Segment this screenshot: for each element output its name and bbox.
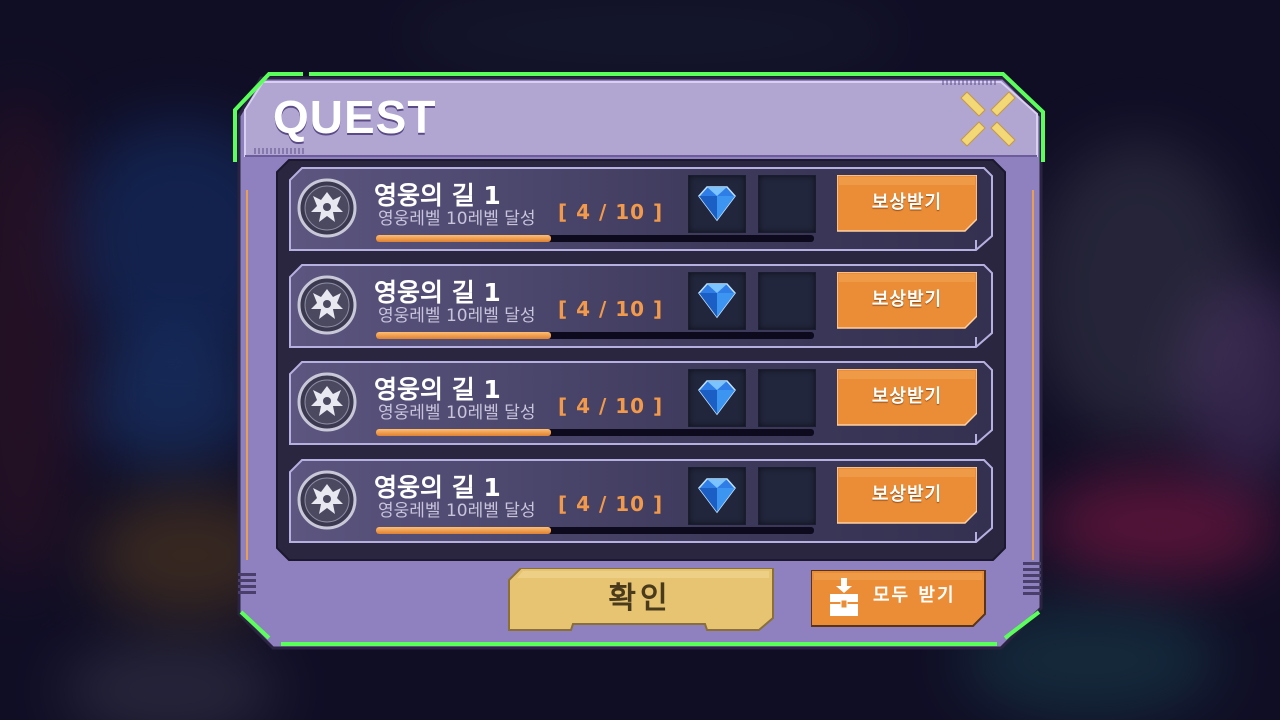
claim-reward-button[interactable]: 보상받기 <box>837 272 977 330</box>
quest-emblem-icon <box>297 372 357 432</box>
reward-slot-empty <box>758 272 816 330</box>
quest-window: QUEST 영웅의 길 1 영웅레벨 10레벨 달성 [4 / 10] 보상… <box>233 70 1048 650</box>
reward-slot[interactable] <box>688 369 746 427</box>
quest-progress-text: [ 4 / 10 ] <box>558 492 664 516</box>
reward-slot-empty <box>758 369 816 427</box>
quest-row: 영웅의 길 1 영웅레벨 10레벨 달성 [ 4 / 10 ] 보상받기 <box>286 166 996 252</box>
reward-slot[interactable] <box>688 467 746 525</box>
blue-diamond-icon <box>698 186 736 222</box>
quest-emblem-icon <box>297 470 357 530</box>
quest-progress-bar <box>376 332 814 339</box>
reward-slot-empty <box>758 175 816 233</box>
quest-emblem-icon <box>297 178 357 238</box>
reward-slot[interactable] <box>688 175 746 233</box>
reward-slot-empty <box>758 467 816 525</box>
quest-description: 영웅레벨 10레벨 달성 <box>378 501 536 521</box>
treasure-chest-icon <box>830 578 858 616</box>
claim-all-button[interactable]: 모두 받기 <box>811 570 989 630</box>
quest-progress-bar <box>376 235 814 242</box>
quest-progress-fill <box>376 235 552 242</box>
close-x-icon <box>960 91 1016 147</box>
quest-progress-bar <box>376 429 814 436</box>
claim-all-label: 모두 받기 <box>873 585 956 606</box>
blue-diamond-icon <box>698 478 736 514</box>
quest-row: 영웅의 길 1 영웅레벨 10레벨 달성 [ 4 / 10 ] 보상받기 <box>286 360 996 446</box>
quest-progress-text: [ 4 / 10 ] <box>558 200 664 224</box>
quest-progress-bar <box>376 527 814 534</box>
confirm-label: 확인 <box>608 581 672 616</box>
blue-diamond-icon <box>698 380 736 416</box>
confirm-button[interactable]: 확인 <box>507 568 777 634</box>
quest-description: 영웅레벨 10레벨 달성 <box>378 403 536 423</box>
quest-description: 영웅레벨 10레벨 달성 <box>378 306 536 326</box>
quest-description: 영웅레벨 10레벨 달성 <box>378 209 536 229</box>
quest-progress-fill <box>376 332 552 339</box>
blue-diamond-icon <box>698 283 736 319</box>
claim-reward-label: 보상받기 <box>871 289 943 310</box>
quest-progress-text: [ 4 / 10 ] <box>558 394 664 418</box>
close-button[interactable] <box>955 86 1021 152</box>
quest-progress-fill <box>376 527 552 534</box>
quest-emblem-icon <box>297 275 357 335</box>
claim-reward-label: 보상받기 <box>871 192 943 213</box>
window-title: QUEST <box>273 91 437 143</box>
quest-progress-text: [ 4 / 10 ] <box>558 297 664 321</box>
claim-reward-label: 보상받기 <box>871 386 943 407</box>
reward-slot[interactable] <box>688 272 746 330</box>
claim-reward-button[interactable]: 보상받기 <box>837 467 977 525</box>
quest-row: 영웅의 길 1 영웅레벨 10레벨 달성 [ 4 / 10 ] 보상받기 <box>286 458 996 544</box>
claim-reward-label: 보상받기 <box>871 484 943 505</box>
quest-list: 영웅의 길 1 영웅레벨 10레벨 달성 [ 4 / 10 ] 보상받기 영웅의… <box>276 158 1006 560</box>
claim-reward-button[interactable]: 보상받기 <box>837 369 977 427</box>
quest-row: 영웅의 길 1 영웅레벨 10레벨 달성 [ 4 / 10 ] 보상받기 <box>286 263 996 349</box>
quest-progress-fill <box>376 429 552 436</box>
claim-reward-button[interactable]: 보상받기 <box>837 175 977 233</box>
